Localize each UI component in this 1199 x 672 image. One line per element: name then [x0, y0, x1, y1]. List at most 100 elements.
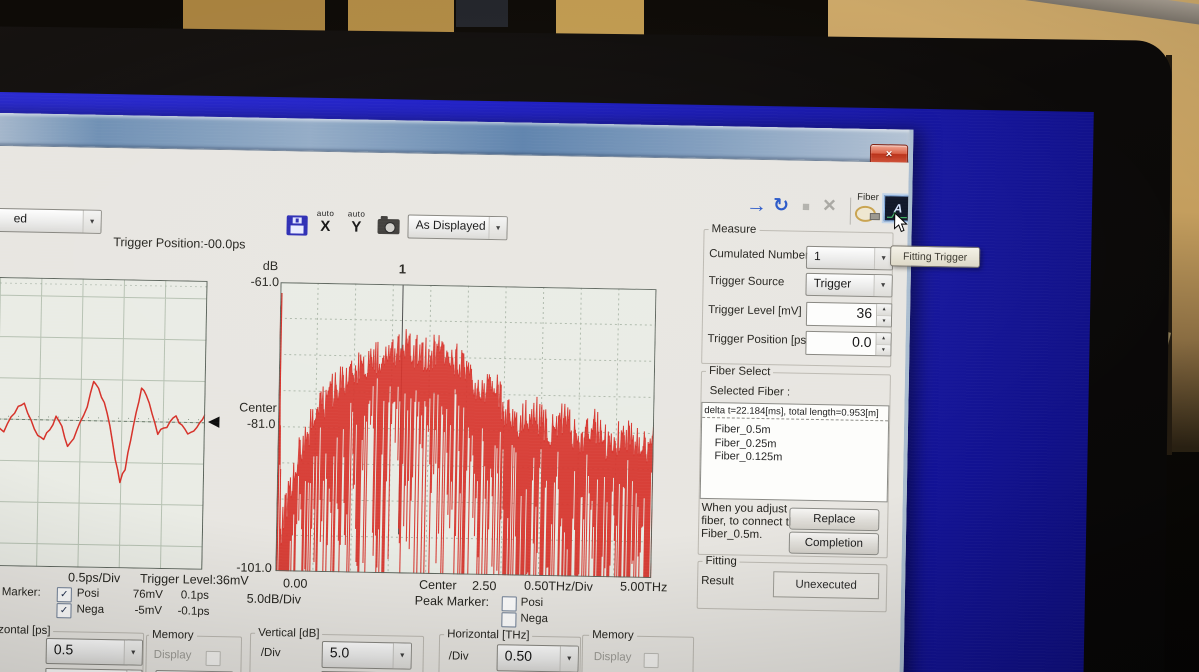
auto-label: auto: [317, 210, 335, 218]
fitting-result-box: Unexecuted: [773, 571, 879, 599]
nega-peak-checkbox[interactable]: [501, 612, 516, 627]
chevron-down-icon: ▼: [488, 217, 506, 239]
display-mode-dropdown[interactable]: As Displayed ▼: [407, 214, 507, 240]
close-icon: ×: [886, 148, 893, 160]
peak-marker-label: Peak Marker:: [415, 594, 490, 609]
horizontal-thz-div-dropdown[interactable]: 0.50 ▼: [496, 644, 578, 672]
memory-left-display-checkbox[interactable]: [206, 651, 221, 666]
trigger-level-spinner[interactable]: 36 ▲▼: [806, 302, 892, 328]
db-axis-unit: dB: [263, 259, 279, 273]
cumulated-number-value: 1: [807, 247, 874, 269]
nega-left-checkbox[interactable]: ✓: [56, 603, 71, 618]
completion-button[interactable]: Completion: [789, 532, 879, 556]
fiber-note-line: fiber, to connect the: [701, 515, 802, 529]
display-mode-value: As Displayed: [408, 216, 488, 239]
freq-div-value: 0.50THz/Div: [524, 579, 593, 594]
selected-fiber-label: Selected Fiber :: [710, 385, 791, 398]
fiber-icon[interactable]: [854, 204, 880, 221]
check-icon: ✓: [60, 605, 69, 616]
camera-icon[interactable]: [377, 219, 399, 234]
photo-scene: × ed ▼ Trigger Position:-00.0ps auto X: [0, 0, 1199, 672]
repeat-icon[interactable]: ↻: [773, 194, 789, 217]
fiber-icon-label: Fiber: [857, 192, 879, 203]
spectrum-chart: [275, 282, 656, 578]
spin-down-icon[interactable]: ▼: [876, 345, 890, 356]
room-window-panel: [348, 0, 454, 34]
chevron-down-icon: ▼: [82, 211, 100, 233]
horizontal-thz-div-label: /Div: [449, 650, 469, 662]
posi-ps-value: 0.1ps: [181, 589, 209, 602]
memory-left-display-label: Display: [154, 649, 192, 662]
trigger-level-field-label: Trigger Level [mV]: [708, 304, 802, 318]
horizontal-ps-group-label: zontal [ps]: [0, 624, 54, 637]
replace-button-label: Replace: [813, 513, 855, 526]
clipped-display-dropdown[interactable]: ed ▼: [0, 207, 102, 234]
horizontal-thz-group-label: Horizontal [THz]: [444, 628, 533, 642]
auto-x-button[interactable]: auto X: [316, 210, 334, 234]
vertical-db-div-dropdown[interactable]: 5.0 ▼: [321, 641, 411, 670]
trigger-position-readout: Trigger Position:-00.0ps: [113, 235, 245, 251]
fitting-group-label: Fitting: [702, 555, 740, 568]
spin-down-icon[interactable]: ▼: [877, 316, 891, 327]
y-label: Y: [351, 219, 361, 234]
tooltip-fitting-trigger: Fitting Trigger: [890, 245, 980, 268]
trigger-source-dropdown[interactable]: Trigger ▼: [805, 273, 892, 298]
trigger-position-spinner[interactable]: 0.0 ▲▼: [805, 331, 891, 357]
trigger-position-value: 0.0: [806, 332, 875, 355]
posi-peak-checkbox[interactable]: [502, 596, 517, 611]
time-domain-waveform: [0, 274, 208, 569]
stop-icon[interactable]: ■: [802, 199, 810, 214]
nega-mv-value: -5mV: [134, 605, 162, 618]
tooltip-text: Fitting Trigger: [903, 250, 967, 263]
posi-mv-value: 76mV: [133, 589, 163, 602]
cumulated-number-dropdown[interactable]: 1 ▼: [806, 246, 893, 271]
fiber-listbox[interactable]: delta t=22.184[ms], total length=0.953[m…: [700, 402, 890, 502]
nega-peak-label: Nega: [520, 613, 548, 626]
horizontal-ps-center-spinner[interactable]: ▲▼: [45, 668, 142, 672]
cumulated-number-label: Cumulated Number: [709, 248, 809, 262]
spin-up-icon[interactable]: ▲: [877, 333, 891, 345]
nega-ps-value: -0.1ps: [177, 605, 209, 618]
save-icon[interactable]: [286, 215, 307, 235]
auto-y-button[interactable]: auto Y: [347, 210, 365, 234]
db-center-label: Center: [239, 400, 277, 415]
clear-icon[interactable]: ×: [823, 192, 836, 218]
replace-button[interactable]: Replace: [789, 508, 879, 532]
db-center-value: -81.0: [247, 417, 276, 432]
window-client: ed ▼ Trigger Position:-00.0ps auto X aut…: [0, 145, 909, 672]
fiber-note-line: When you adjust: [701, 502, 787, 516]
fiber-list-item[interactable]: Fiber_0.125m: [701, 450, 887, 467]
fiber-select-group-label: Fiber Select: [706, 365, 774, 378]
freq-center-label: Center: [419, 578, 457, 593]
trigger-level-label: Trigger Level:36mV: [140, 572, 249, 588]
memory-left-group-label: Memory: [149, 629, 197, 642]
trigger-source-label: Trigger Source: [709, 275, 785, 288]
posi-left-checkbox[interactable]: ✓: [57, 587, 72, 602]
marker-1-number: 1: [399, 261, 407, 276]
x-label: X: [320, 219, 330, 234]
fitting-result-value: Unexecuted: [795, 579, 857, 592]
vertical-db-div-label: /Div: [261, 647, 281, 659]
run-icon[interactable]: →: [746, 194, 767, 218]
freq-left-value: 0.00: [283, 576, 308, 590]
freq-center-value: 2.50: [472, 579, 497, 593]
auto-label: auto: [348, 210, 366, 218]
db-bottom-value: -101.0: [236, 560, 272, 575]
nega-label: Nega: [76, 603, 104, 616]
chevron-down-icon: ▼: [559, 646, 577, 671]
db-top-value: -61.0: [250, 275, 279, 290]
memory-right-display-checkbox[interactable]: [644, 653, 659, 668]
monitor-screen: × ed ▼ Trigger Position:-00.0ps auto X: [0, 92, 1094, 672]
horizontal-ps-div-dropdown[interactable]: 0.5 ▼: [46, 638, 143, 666]
peak-marker-clipped-label: k Marker:: [0, 586, 41, 599]
spin-up-icon[interactable]: ▲: [877, 304, 891, 316]
time-scale-label: 0.5ps/Div: [68, 570, 120, 585]
fitting-result-label: Result: [701, 575, 734, 588]
spectrum-trace: [275, 282, 656, 578]
trigger-level-marker-icon[interactable]: ◀: [208, 414, 220, 429]
trigger-level-value: 36: [807, 303, 876, 326]
room-window-panel: [183, 0, 325, 31]
chevron-down-icon: ▼: [873, 275, 891, 296]
toolbar-separator: [850, 198, 851, 225]
trigger-position-field-label: Trigger Position [ps]: [707, 333, 809, 347]
